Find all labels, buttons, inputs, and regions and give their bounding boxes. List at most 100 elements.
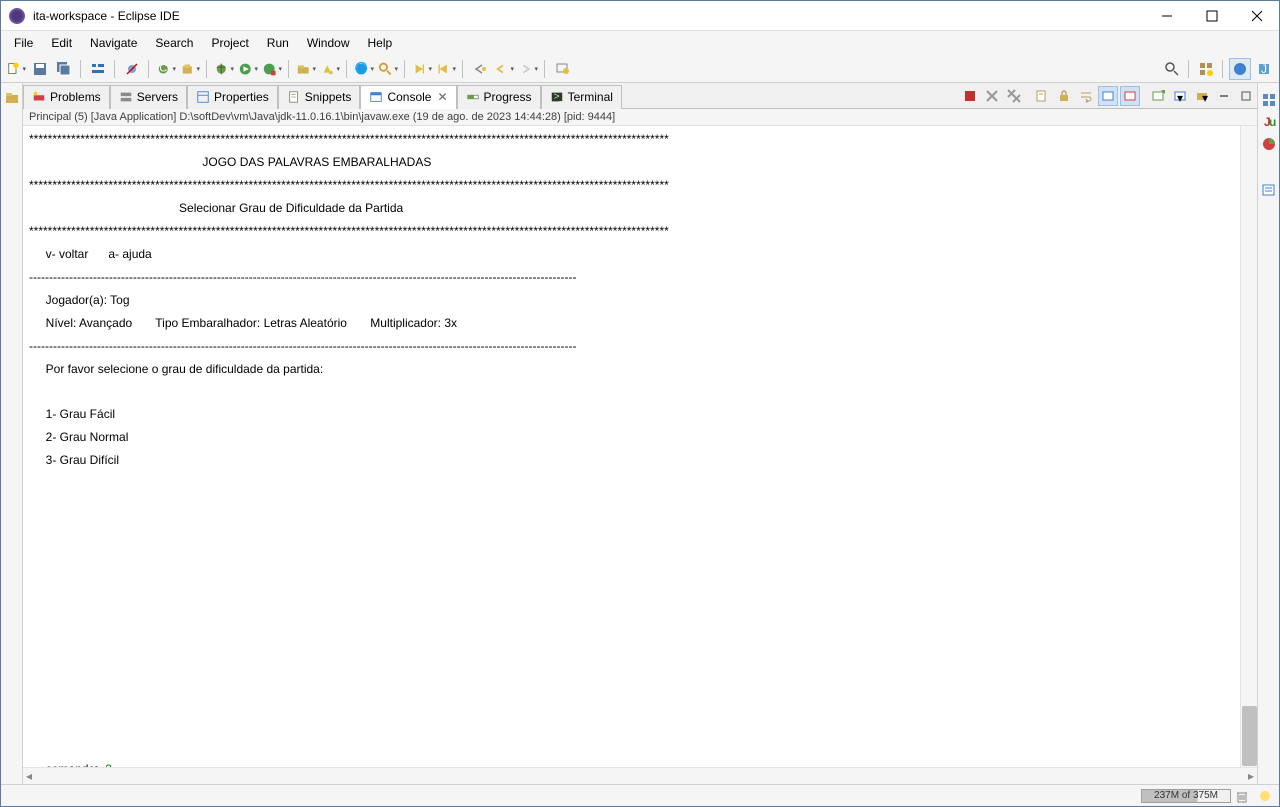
console-text: Selecionar Grau de Dificuldade da Partid…: [29, 201, 403, 215]
svg-text:🌐: 🌐: [354, 61, 368, 74]
tab-properties[interactable]: Properties: [187, 85, 278, 109]
last-edit-button[interactable]: [469, 58, 491, 80]
separator: [148, 60, 150, 78]
eclipse-icon: [9, 8, 25, 24]
pin-editor-button[interactable]: [551, 58, 573, 80]
menu-project[interactable]: Project: [202, 33, 257, 53]
scroll-lock-icon[interactable]: [1054, 86, 1074, 106]
main-area: Problems Servers Properties Snippets Con…: [1, 83, 1279, 784]
window-controls: [1144, 1, 1279, 31]
menu-navigate[interactable]: Navigate: [81, 33, 146, 53]
tab-servers[interactable]: Servers: [110, 85, 187, 109]
tab-terminal[interactable]: >_ Terminal: [541, 85, 622, 109]
tab-label: Servers: [137, 90, 178, 104]
menu-run[interactable]: Run: [258, 33, 298, 53]
junit-icon[interactable]: Ju: [1260, 113, 1278, 131]
separator: [544, 60, 546, 78]
console-text: v- voltar a- ajuda: [29, 247, 152, 261]
tip-icon[interactable]: [1259, 790, 1271, 802]
display-selected-icon[interactable]: ▾: [1170, 86, 1190, 106]
separator: [288, 60, 290, 78]
gc-icon[interactable]: [1235, 789, 1249, 803]
close-tab-icon[interactable]: ✕: [437, 90, 447, 104]
forward-button[interactable]: [517, 58, 539, 80]
horizontal-scrollbar[interactable]: ◂▸: [23, 767, 1257, 784]
launch-button[interactable]: [319, 58, 341, 80]
open-console-icon[interactable]: [1148, 86, 1168, 106]
console-text: ****************************************…: [29, 178, 669, 192]
separator: [114, 60, 116, 78]
vertical-scrollbar[interactable]: [1240, 126, 1257, 767]
menu-bar: File Edit Navigate Search Project Run Wi…: [1, 31, 1279, 55]
word-wrap-icon[interactable]: [1076, 86, 1096, 106]
search-dialog-button[interactable]: [377, 58, 399, 80]
console-text: Jogador(a): Tog: [29, 293, 130, 307]
tab-label: Terminal: [568, 90, 613, 104]
separator: [404, 60, 406, 78]
save-button[interactable]: [29, 58, 51, 80]
search-toolbar-button[interactable]: [1161, 58, 1183, 80]
open-perspective-button[interactable]: [1195, 58, 1217, 80]
new-java-class-button[interactable]: C: [155, 58, 177, 80]
save-all-button[interactable]: [53, 58, 75, 80]
console-output[interactable]: ****************************************…: [23, 126, 1240, 767]
remove-launch-icon[interactable]: [982, 86, 1002, 106]
java-perspective-button[interactable]: J: [1253, 58, 1275, 80]
minimize-view-icon[interactable]: [1214, 86, 1234, 106]
svg-text:▾: ▾: [1202, 91, 1208, 103]
prev-annotation-button[interactable]: [435, 58, 457, 80]
coverage-view-icon[interactable]: [1260, 135, 1278, 153]
svg-text:C: C: [159, 62, 167, 74]
show-on-stdout-icon[interactable]: [1098, 86, 1118, 106]
heap-bar: 237M of 375M: [1141, 789, 1231, 803]
minimize-button[interactable]: [1144, 1, 1189, 31]
terminate-icon[interactable]: [960, 86, 980, 106]
console-text: 2- Grau Normal: [29, 430, 128, 444]
console-text: Nível: Avançado Tipo Embaralhador: Letra…: [29, 316, 457, 330]
new-java-package-button[interactable]: [179, 58, 201, 80]
tab-problems[interactable]: Problems: [23, 85, 110, 109]
new-button[interactable]: [5, 58, 27, 80]
scrollbar-thumb[interactable]: [1242, 706, 1257, 766]
open-type-button[interactable]: 🌐: [353, 58, 375, 80]
status-bar: 237M of 375M: [1, 784, 1279, 806]
maximize-view-icon[interactable]: [1236, 86, 1256, 106]
left-trim: [1, 83, 23, 784]
new-server-button[interactable]: [295, 58, 317, 80]
menu-edit[interactable]: Edit: [42, 33, 81, 53]
task-list-icon[interactable]: [1260, 181, 1278, 199]
tab-progress[interactable]: Progress: [457, 85, 541, 109]
process-launch-label: Principal (5) [Java Application] D:\soft…: [23, 109, 1257, 126]
menu-window[interactable]: Window: [298, 33, 359, 53]
coverage-button[interactable]: [261, 58, 283, 80]
console-text: ----------------------------------------…: [29, 339, 576, 353]
menu-help[interactable]: Help: [359, 33, 402, 53]
separator: [346, 60, 348, 78]
menu-search[interactable]: Search: [146, 33, 202, 53]
menu-file[interactable]: File: [5, 33, 42, 53]
svg-text:>_: >_: [553, 91, 564, 103]
next-annotation-button[interactable]: [411, 58, 433, 80]
run-button[interactable]: [237, 58, 259, 80]
clear-console-icon[interactable]: [1032, 86, 1052, 106]
tab-label: Problems: [50, 90, 101, 104]
java-ee-perspective-button[interactable]: [1229, 58, 1251, 80]
skip-breakpoints-button[interactable]: [121, 58, 143, 80]
right-trim: Ju: [1257, 83, 1279, 784]
close-button[interactable]: [1234, 1, 1279, 31]
heap-status[interactable]: 237M of 375M: [1141, 789, 1249, 803]
remove-all-icon[interactable]: [1004, 86, 1024, 106]
window-title: ita-workspace - Eclipse IDE: [33, 9, 180, 23]
restore-view-icon[interactable]: [3, 89, 21, 107]
back-button[interactable]: [493, 58, 515, 80]
tab-console[interactable]: Console✕: [360, 85, 456, 109]
show-on-stderr-icon[interactable]: [1120, 86, 1140, 106]
tab-snippets[interactable]: Snippets: [278, 85, 361, 109]
outline-icon[interactable]: [1260, 91, 1278, 109]
debug-button[interactable]: [213, 58, 235, 80]
new-console-icon[interactable]: ▾: [1192, 86, 1212, 106]
console-text: 1- Grau Fácil: [29, 407, 115, 421]
maximize-button[interactable]: [1189, 1, 1234, 31]
toggle-breadcrumb-button[interactable]: [87, 58, 109, 80]
separator: [80, 60, 82, 78]
